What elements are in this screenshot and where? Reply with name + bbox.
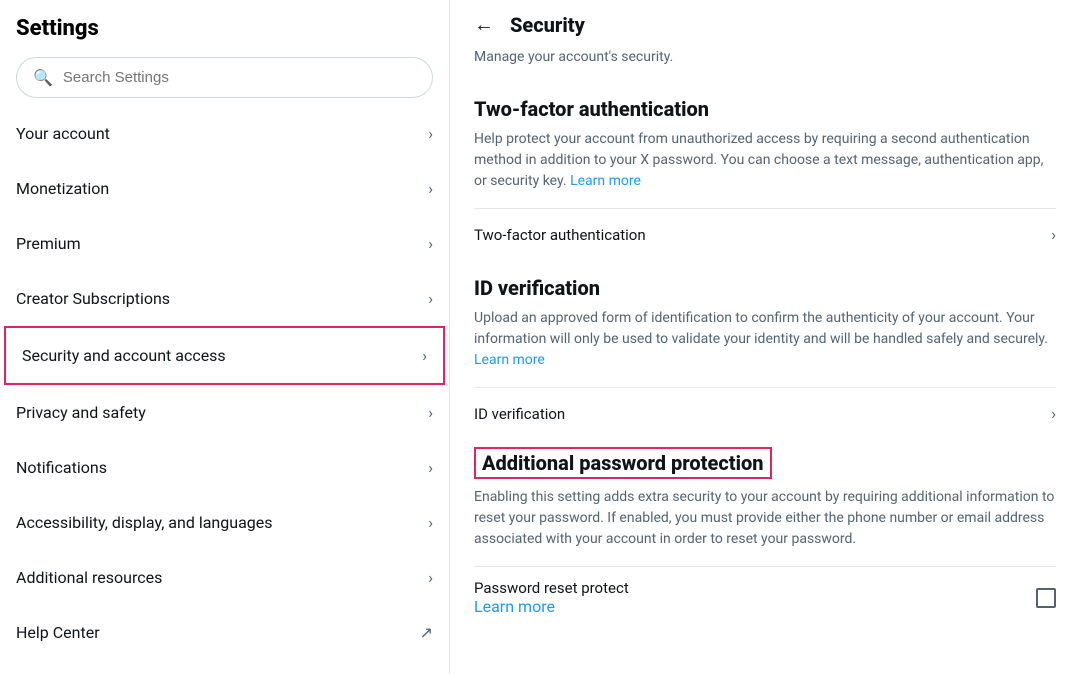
sidebar-item-label: Help Center <box>16 623 100 642</box>
chevron-right-icon: › <box>428 403 433 422</box>
section-two-factor-auth: Two-factor authentication Help protect y… <box>474 97 1056 260</box>
sidebar-item-help-center[interactable]: Help Center ↗ <box>0 605 449 660</box>
sidebar-item-notifications[interactable]: Notifications › <box>0 440 449 495</box>
external-link-icon: ↗ <box>420 623 433 642</box>
chevron-right-icon: › <box>428 124 433 143</box>
sidebar-item-security-account-access[interactable]: Security and account access › <box>4 326 445 385</box>
chevron-right-icon: › <box>428 568 433 587</box>
back-button[interactable]: ← <box>474 12 494 37</box>
password-reset-learn-more[interactable]: Learn more <box>474 597 555 616</box>
sidebar-item-additional-resources[interactable]: Additional resources › <box>0 550 449 605</box>
sidebar-item-label: Additional resources <box>16 568 162 587</box>
sidebar-item-label: Security and account access <box>22 346 226 365</box>
sidebar-item-privacy-safety[interactable]: Privacy and safety › <box>0 385 449 440</box>
chevron-right-icon: › <box>428 234 433 253</box>
search-icon: 🔍 <box>33 68 53 87</box>
divider <box>474 566 1056 567</box>
content-title: Security <box>510 13 585 37</box>
sidebar-item-accessibility[interactable]: Accessibility, display, and languages › <box>0 495 449 550</box>
settings-title: Settings <box>0 0 449 49</box>
sidebar-item-label: Monetization <box>16 179 109 198</box>
sidebar: Settings 🔍 Your account › Monetization ›… <box>0 0 450 674</box>
chevron-right-icon: › <box>422 346 427 365</box>
two-factor-auth-desc: Help protect your account from unauthori… <box>474 129 1056 192</box>
chevron-right-icon: › <box>428 179 433 198</box>
chevron-right-icon: › <box>428 513 433 532</box>
chevron-right-icon: › <box>428 289 433 308</box>
sidebar-item-monetization[interactable]: Monetization › <box>0 161 449 216</box>
content-subtitle: Manage your account's security. <box>474 41 1056 81</box>
id-verification-learn-more[interactable]: Learn more <box>474 352 545 368</box>
password-reset-info: Password reset protect Learn more <box>474 579 629 616</box>
sidebar-nav: Your account › Monetization › Premium › … <box>0 106 449 660</box>
search-box[interactable]: 🔍 <box>16 57 433 98</box>
password-reset-label: Password reset protect <box>474 579 629 597</box>
section-additional-password-protection: Additional password protection Enabling … <box>474 447 1056 616</box>
sidebar-item-your-account[interactable]: Your account › <box>0 106 449 161</box>
additional-password-protection-heading: Additional password protection <box>482 451 764 475</box>
chevron-right-icon: › <box>1051 404 1056 423</box>
two-factor-auth-item[interactable]: Two-factor authentication › <box>474 208 1056 260</box>
password-reset-checkbox[interactable] <box>1036 588 1056 608</box>
content-header: ← Security <box>474 0 1056 41</box>
id-verification-heading: ID verification <box>474 276 1056 300</box>
sidebar-item-creator-subscriptions[interactable]: Creator Subscriptions › <box>0 271 449 326</box>
sidebar-item-label: Creator Subscriptions <box>16 289 170 308</box>
password-reset-row: Password reset protect Learn more <box>474 571 1056 616</box>
additional-password-protection-desc: Enabling this setting adds extra securit… <box>474 487 1056 550</box>
id-verification-desc: Upload an approved form of identificatio… <box>474 308 1056 371</box>
two-factor-auth-heading: Two-factor authentication <box>474 97 1056 121</box>
content-panel: ← Security Manage your account's securit… <box>450 0 1080 674</box>
sidebar-item-label: Your account <box>16 124 110 143</box>
id-verification-item-label: ID verification <box>474 405 565 423</box>
chevron-right-icon: › <box>428 458 433 477</box>
two-factor-auth-item-label: Two-factor authentication <box>474 226 646 244</box>
search-input[interactable] <box>63 69 416 86</box>
sidebar-item-label: Accessibility, display, and languages <box>16 513 273 532</box>
search-container: 🔍 <box>0 49 449 106</box>
sidebar-item-premium[interactable]: Premium › <box>0 216 449 271</box>
section-id-verification: ID verification Upload an approved form … <box>474 276 1056 439</box>
sidebar-item-label: Notifications <box>16 458 107 477</box>
sidebar-item-label: Premium <box>16 234 81 253</box>
sidebar-item-label: Privacy and safety <box>16 403 146 422</box>
id-verification-item[interactable]: ID verification › <box>474 387 1056 439</box>
two-factor-auth-learn-more[interactable]: Learn more <box>570 173 641 189</box>
chevron-right-icon: › <box>1051 225 1056 244</box>
